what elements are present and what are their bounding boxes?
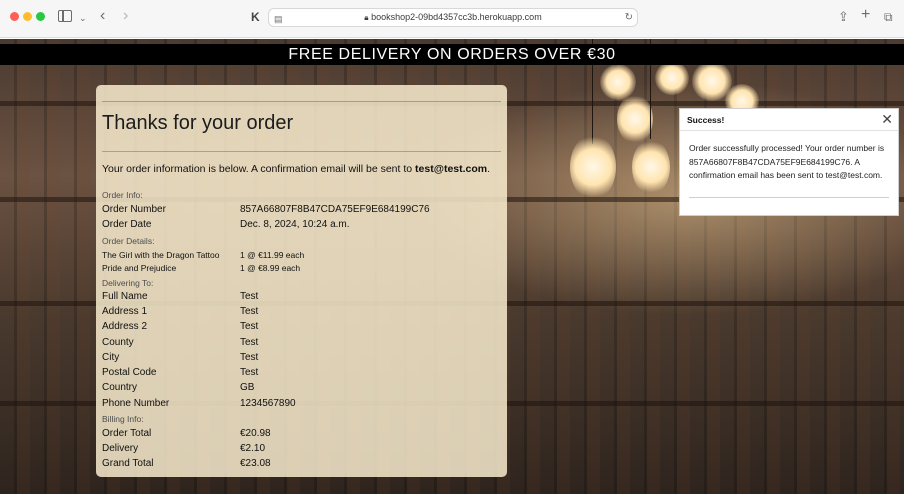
row-value: Test <box>240 306 259 317</box>
item-title: Pride and Prejudice <box>102 263 177 273</box>
row-label: Phone Number <box>102 398 170 409</box>
new-tab-icon[interactable]: + <box>861 7 870 23</box>
toast-message: Order successfully processed! Your order… <box>689 143 885 180</box>
row-label: County <box>102 337 134 348</box>
grand-total: €23.08 <box>240 458 271 469</box>
row-label: Delivery <box>102 443 139 454</box>
order-date: Dec. 8, 2024, 10:24 a.m. <box>240 219 350 230</box>
row-label: Order Number <box>102 204 166 215</box>
free-delivery-banner: FREE DELIVERY ON ORDERS OVER €30 <box>0 44 904 65</box>
chevron-down-icon[interactable]: ⌄ <box>79 11 87 25</box>
row-label: Address 1 <box>102 306 148 317</box>
zoom-window-button[interactable] <box>36 12 45 21</box>
forward-icon[interactable]: › <box>123 8 128 24</box>
row-label: Grand Total <box>102 458 154 469</box>
back-icon[interactable]: ‹ <box>100 8 105 24</box>
delivery-cost: €2.10 <box>240 443 266 454</box>
divider <box>102 101 501 102</box>
toast-header: Success! ✕ <box>680 109 898 131</box>
sidebar-icon[interactable] <box>58 10 72 22</box>
section-billing-info: Billing Info: <box>102 414 144 424</box>
success-toast: Success! ✕ Order successfully processed!… <box>679 108 899 216</box>
row-label: Postal Code <box>102 367 157 378</box>
row-value: Test <box>240 291 259 302</box>
url-text: 🔒︎ bookshop2-09bd4357cc3b.herokuapp.com <box>269 12 637 23</box>
page-title: Thanks for your order <box>102 112 294 134</box>
section-order-info: Order Info: <box>102 190 143 200</box>
row-value: 1234567890 <box>240 398 296 409</box>
url-label: bookshop2-09bd4357cc3b.herokuapp.com <box>371 12 542 22</box>
tabs-icon[interactable]: ⧉ <box>884 10 893 24</box>
close-window-button[interactable] <box>10 12 19 21</box>
section-order-details: Order Details: <box>102 236 155 246</box>
row-value: GB <box>240 382 255 393</box>
share-icon[interactable]: ⇪ <box>838 10 849 24</box>
order-intro-text: Your order information is below. A confi… <box>102 163 490 175</box>
row-label: Country <box>102 382 138 393</box>
browser-toolbar: ⌄ ‹ › K ▤ 🔒︎ bookshop2-09bd4357cc3b.hero… <box>0 0 904 38</box>
row-value: Test <box>240 367 259 378</box>
light-bulb <box>617 94 653 144</box>
order-number: 857A66807F8B47CDA75EF9E684199C76 <box>240 204 430 215</box>
row-label: Address 2 <box>102 321 148 332</box>
intro-end: . <box>487 163 491 175</box>
toast-title: Success! <box>687 115 725 125</box>
light-bulb <box>570 134 616 200</box>
item-quantity: 1 @ €11.99 each <box>240 250 305 260</box>
row-label: Order Total <box>102 428 152 439</box>
row-value: Test <box>240 337 259 348</box>
close-icon[interactable]: ✕ <box>881 112 893 126</box>
item-quantity: 1 @ €8.99 each <box>240 263 301 273</box>
row-value: Test <box>240 321 259 332</box>
row-label: Full Name <box>102 291 148 302</box>
toast-divider <box>689 197 889 198</box>
minimize-window-button[interactable] <box>23 12 32 21</box>
confirmation-email: test@test.com <box>415 163 488 175</box>
extension-icon[interactable]: K <box>251 10 260 24</box>
light-bulb <box>655 61 689 95</box>
row-value: Test <box>240 352 259 363</box>
order-confirmation-card: Thanks for your order Your order informa… <box>96 85 507 477</box>
section-delivering-to: Delivering To: <box>102 278 154 288</box>
row-label: City <box>102 352 120 363</box>
address-bar[interactable]: ▤ 🔒︎ bookshop2-09bd4357cc3b.herokuapp.co… <box>268 8 638 27</box>
light-bulb <box>632 139 670 195</box>
intro-text: Your order information is below. A confi… <box>102 163 416 175</box>
item-title: The Girl with the Dragon Tattoo <box>102 250 220 260</box>
lock-icon: 🔒︎ <box>364 13 369 22</box>
reload-icon[interactable]: ↻ <box>625 11 633 25</box>
row-label: Order Date <box>102 219 152 230</box>
order-total: €20.98 <box>240 428 271 439</box>
divider <box>102 151 501 152</box>
